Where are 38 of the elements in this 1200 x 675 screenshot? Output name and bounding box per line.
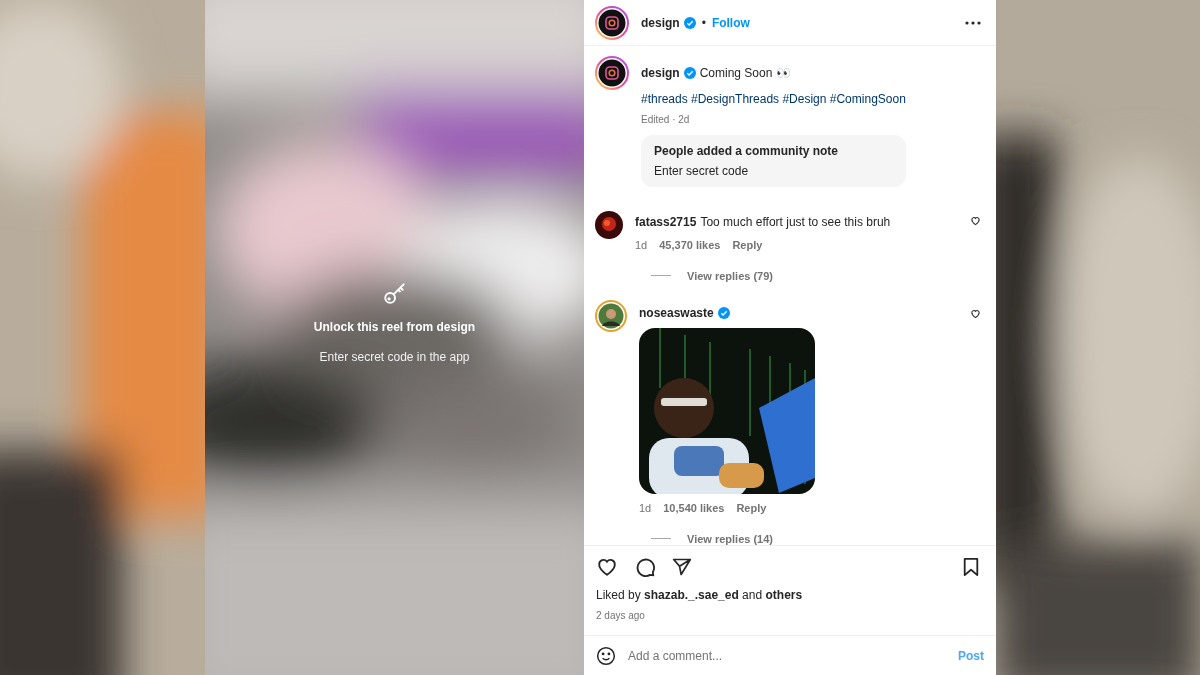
post-date: 2 days ago (596, 609, 646, 623)
avatar[interactable] (595, 56, 629, 90)
heart-icon[interactable] (970, 215, 981, 226)
like-icon[interactable] (596, 556, 618, 578)
comment-username[interactable]: fatass2715 (635, 213, 697, 231)
comment-username[interactable]: noseaswaste (639, 304, 714, 322)
caption-text: Coming Soon 👀 (699, 65, 791, 82)
post-meta: Edited · 2d (641, 113, 691, 127)
comment-icon[interactable] (634, 556, 656, 578)
more-options-icon[interactable] (965, 20, 981, 25)
bookmark-icon[interactable] (962, 557, 980, 577)
post-button[interactable]: Post (958, 646, 984, 665)
emoji-icon[interactable] (596, 645, 616, 666)
like-count[interactable]: 45,370 likes (659, 237, 721, 254)
send-icon[interactable] (672, 557, 692, 577)
reply-link[interactable]: Reply (736, 500, 767, 517)
lock-title: Unlock this reel from design (313, 318, 476, 336)
liked-by-text: Liked by shazab._.sae_ed and others (596, 587, 804, 604)
comment-time: 1d (635, 238, 648, 253)
like-count[interactable]: 10,540 likes (663, 500, 725, 517)
comment-time: 1d (639, 501, 652, 516)
view-replies-link[interactable]: View replies (14) (687, 530, 773, 545)
lock-subtitle: Enter secret code in the app (319, 348, 470, 366)
note-text: Enter secret code (654, 163, 750, 180)
post-username[interactable]: design (641, 13, 680, 32)
avatar[interactable] (595, 211, 623, 239)
separator-dot: • (701, 14, 706, 32)
avatar[interactable] (595, 300, 627, 332)
reply-link[interactable]: Reply (732, 237, 763, 254)
follow-button[interactable]: Follow (711, 13, 750, 32)
hashtags[interactable]: #threads #DesignThreads #Design #ComingSoon (641, 90, 906, 108)
heart-icon[interactable] (970, 308, 981, 319)
view-replies-link[interactable]: View replies (79) (687, 267, 773, 284)
comment-text: Too much effort just to see this bruh (700, 214, 891, 231)
note-title: People added a community note (654, 143, 840, 160)
caption-username[interactable]: design (641, 64, 680, 82)
avatar[interactable] (595, 5, 629, 40)
comment-field[interactable]: Add a comment... (628, 646, 946, 665)
